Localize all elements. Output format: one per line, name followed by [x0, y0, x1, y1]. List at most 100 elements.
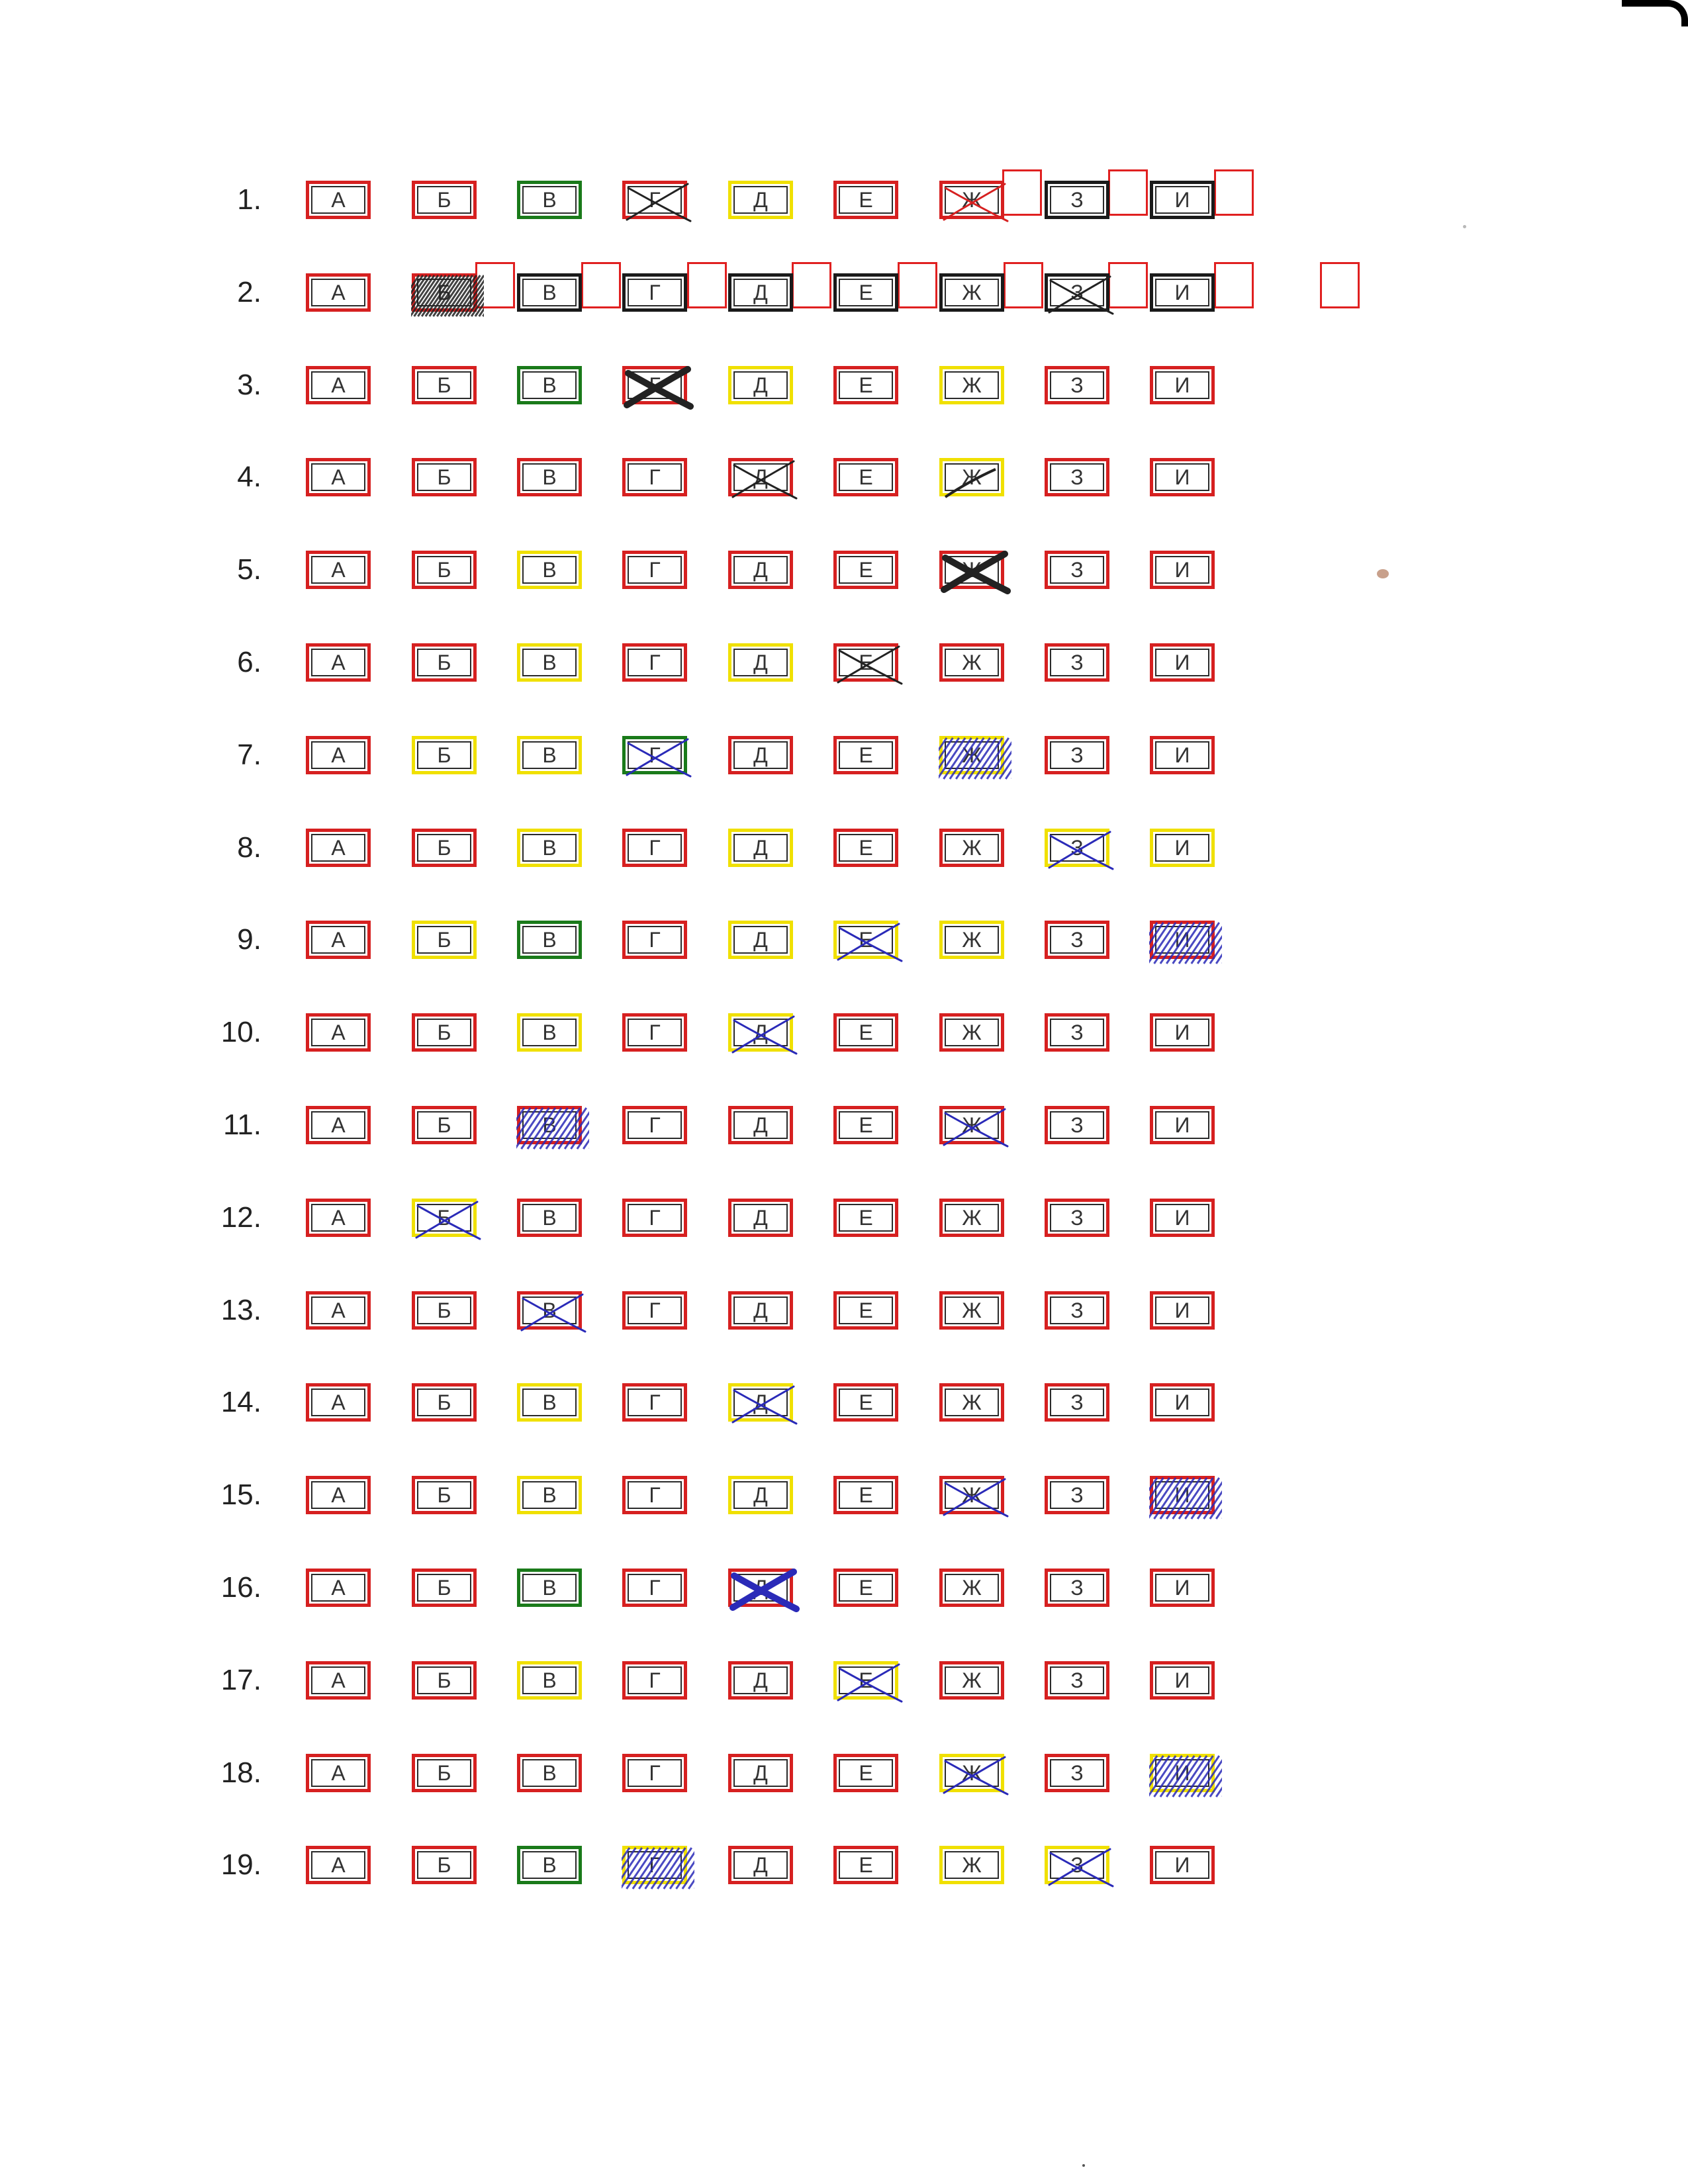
- answer-option-box[interactable]: Е: [833, 1383, 898, 1422]
- answer-option-box[interactable]: Е: [833, 551, 898, 589]
- answer-option-box[interactable]: И: [1150, 366, 1215, 404]
- answer-option-box[interactable]: А: [306, 1106, 371, 1144]
- answer-option-box[interactable]: И: [1150, 273, 1215, 312]
- answer-option-box[interactable]: З: [1045, 829, 1114, 870]
- answer-option-box[interactable]: Е: [833, 181, 898, 219]
- answer-option-box[interactable]: Б: [412, 551, 477, 589]
- answer-option-box[interactable]: Е: [833, 1569, 898, 1607]
- answer-option-box[interactable]: В: [517, 1476, 582, 1514]
- answer-option-box[interactable]: Г: [622, 643, 687, 682]
- answer-option-box[interactable]: Д: [728, 1013, 798, 1055]
- answer-option-box[interactable]: Д: [728, 736, 793, 774]
- answer-option-box[interactable]: В: [517, 551, 582, 589]
- answer-option-box[interactable]: З: [1045, 551, 1109, 589]
- answer-option-box[interactable]: В: [517, 1291, 586, 1333]
- answer-option-box[interactable]: В: [517, 1013, 582, 1052]
- answer-option-box[interactable]: В: [517, 1383, 582, 1422]
- answer-option-box[interactable]: Ж: [939, 921, 1004, 959]
- answer-option-box[interactable]: З: [1045, 458, 1109, 496]
- answer-option-box[interactable]: В: [517, 1754, 582, 1792]
- answer-option-box[interactable]: В: [517, 366, 582, 404]
- answer-option-box[interactable]: В: [517, 736, 582, 774]
- answer-option-box[interactable]: И: [1150, 458, 1215, 496]
- answer-option-box[interactable]: В: [517, 273, 582, 312]
- answer-option-box[interactable]: Б: [412, 1569, 477, 1607]
- answer-option-box[interactable]: Д: [728, 551, 793, 589]
- answer-option-box[interactable]: Б: [412, 458, 477, 496]
- answer-option-box[interactable]: В: [517, 643, 582, 682]
- answer-option-box[interactable]: А: [306, 181, 371, 219]
- answer-option-box[interactable]: И: [1150, 551, 1215, 589]
- answer-option-box[interactable]: И: [1150, 736, 1215, 774]
- answer-option-box[interactable]: Д: [728, 1754, 793, 1792]
- answer-option-box[interactable]: А: [306, 273, 371, 312]
- answer-option-box[interactable]: Г: [622, 1013, 687, 1052]
- answer-option-box[interactable]: А: [306, 736, 371, 774]
- answer-option-box[interactable]: Ж: [939, 551, 1011, 594]
- answer-option-box[interactable]: Б: [412, 181, 477, 219]
- answer-option-box[interactable]: Г: [622, 273, 687, 312]
- answer-option-box[interactable]: В: [517, 829, 582, 867]
- answer-option-box[interactable]: Е: [833, 829, 898, 867]
- answer-option-box[interactable]: Г: [622, 1754, 687, 1792]
- answer-option-box[interactable]: Д: [728, 643, 793, 682]
- answer-option-box[interactable]: В: [517, 458, 582, 496]
- answer-option-box[interactable]: Ж: [939, 273, 1004, 312]
- answer-option-box[interactable]: Г: [622, 1661, 687, 1700]
- answer-option-box[interactable]: Е: [833, 1106, 898, 1144]
- answer-option-box[interactable]: А: [306, 1476, 371, 1514]
- answer-option-box[interactable]: Г: [622, 458, 687, 496]
- answer-option-box[interactable]: Д: [728, 1476, 793, 1514]
- answer-option-box[interactable]: Е: [833, 366, 898, 404]
- answer-option-box[interactable]: З: [1045, 921, 1109, 959]
- answer-option-box[interactable]: А: [306, 366, 371, 404]
- answer-option-box[interactable]: В: [517, 1199, 582, 1237]
- answer-option-box[interactable]: А: [306, 551, 371, 589]
- answer-option-box[interactable]: Д: [728, 1569, 800, 1612]
- answer-option-box[interactable]: З: [1045, 1106, 1109, 1144]
- answer-option-box[interactable]: И: [1150, 181, 1215, 219]
- answer-option-box[interactable]: Д: [728, 921, 793, 959]
- answer-option-box[interactable]: Б: [412, 643, 477, 682]
- answer-option-box[interactable]: З: [1045, 1199, 1109, 1237]
- answer-option-box[interactable]: Б: [412, 1383, 477, 1422]
- answer-option-box[interactable]: Г: [622, 181, 692, 222]
- answer-option-box[interactable]: А: [306, 1661, 371, 1700]
- answer-option-box[interactable]: И: [1149, 921, 1222, 964]
- answer-option-box[interactable]: Е: [833, 1013, 898, 1052]
- answer-option-box[interactable]: Е: [833, 1846, 898, 1884]
- answer-option-box[interactable]: Д: [728, 829, 793, 867]
- answer-option-box[interactable]: В: [517, 1661, 582, 1700]
- answer-option-box[interactable]: Б: [411, 273, 484, 317]
- answer-option-box[interactable]: Е: [833, 1476, 898, 1514]
- answer-option-box[interactable]: З: [1045, 643, 1109, 682]
- answer-option-box[interactable]: Г: [622, 1291, 687, 1330]
- answer-option-box[interactable]: З: [1045, 1013, 1109, 1052]
- answer-option-box[interactable]: В: [517, 1569, 582, 1607]
- answer-option-box[interactable]: Б: [412, 736, 477, 774]
- answer-option-box[interactable]: В: [516, 1106, 589, 1150]
- answer-option-box[interactable]: Д: [728, 1106, 793, 1144]
- answer-option-box[interactable]: Д: [728, 1383, 798, 1425]
- answer-option-box[interactable]: А: [306, 829, 371, 867]
- answer-option-box[interactable]: И: [1150, 1106, 1215, 1144]
- answer-option-box[interactable]: Б: [412, 1476, 477, 1514]
- answer-option-box[interactable]: Д: [728, 1661, 793, 1700]
- answer-option-box[interactable]: А: [306, 1754, 371, 1792]
- answer-option-box[interactable]: И: [1149, 1754, 1222, 1797]
- answer-option-box[interactable]: З: [1045, 181, 1109, 219]
- answer-option-box[interactable]: Ж: [939, 643, 1004, 682]
- answer-option-box[interactable]: И: [1150, 643, 1215, 682]
- answer-option-box[interactable]: И: [1150, 1383, 1215, 1422]
- answer-option-box[interactable]: Ж: [939, 736, 1011, 780]
- answer-option-box[interactable]: И: [1150, 1661, 1215, 1700]
- answer-option-box[interactable]: И: [1150, 1569, 1215, 1607]
- answer-option-box[interactable]: Ж: [939, 1383, 1004, 1422]
- answer-option-box[interactable]: И: [1149, 1476, 1222, 1520]
- answer-option-box[interactable]: Г: [622, 829, 687, 867]
- answer-option-box[interactable]: Б: [412, 1661, 477, 1700]
- answer-option-box[interactable]: Б: [412, 829, 477, 867]
- answer-option-box[interactable]: Е: [833, 273, 898, 312]
- answer-option-box[interactable]: Б: [412, 366, 477, 404]
- answer-option-box[interactable]: Б: [412, 1291, 477, 1330]
